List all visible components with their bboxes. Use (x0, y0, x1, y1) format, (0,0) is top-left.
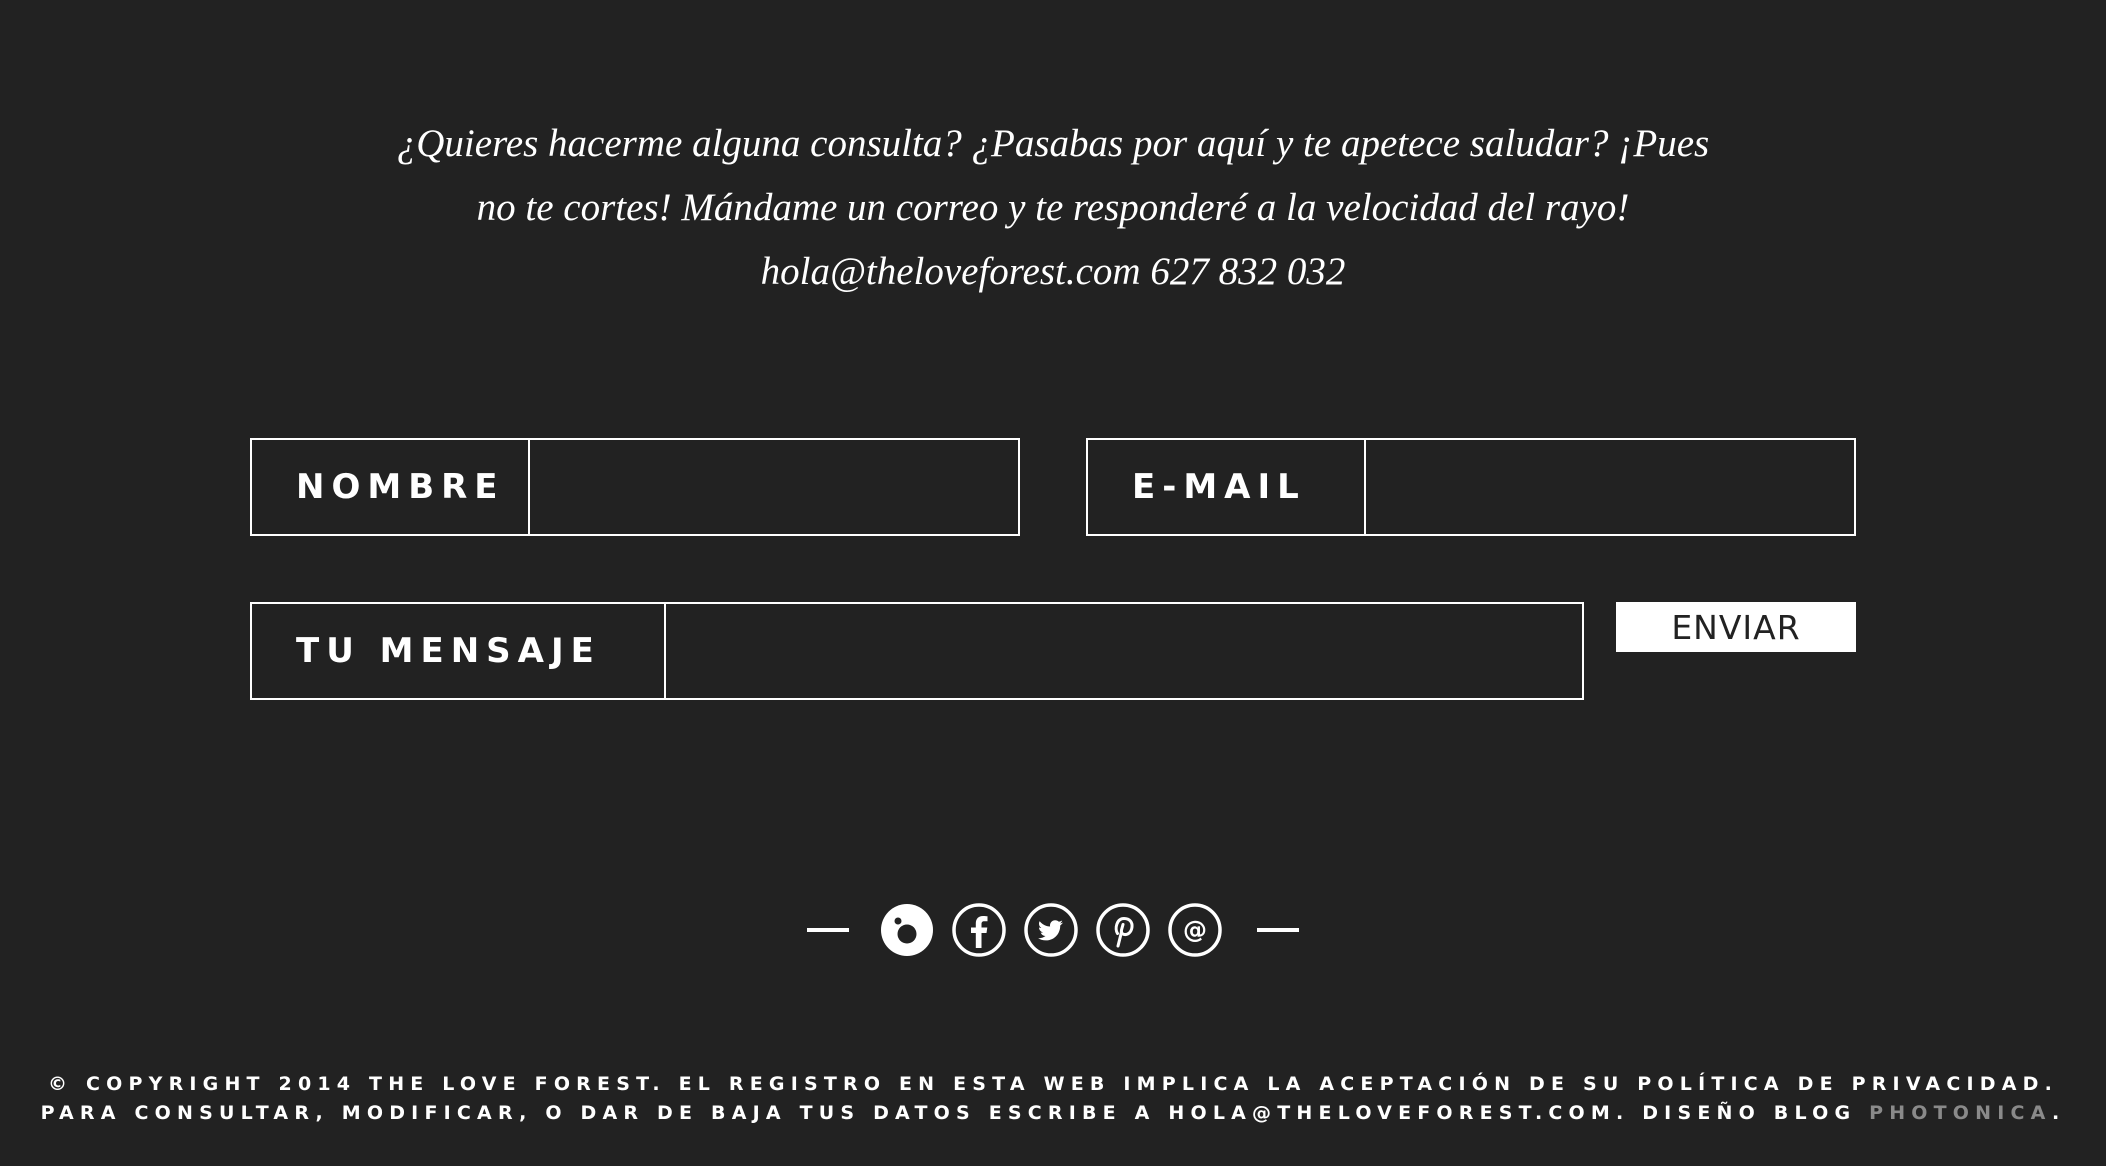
name-field: NOMBRE (250, 438, 1020, 536)
social-icons: @ (879, 902, 1223, 958)
name-label: NOMBRE (252, 440, 530, 534)
intro-line-2: no te cortes! Mándame un correo y te res… (476, 186, 1630, 229)
message-field: TU MENSAJE (250, 602, 1584, 700)
intro-contact: hola@theloveforest.com 627 832 032 (760, 250, 1346, 293)
footer-period: . (2051, 1102, 2066, 1124)
footer-privacy-text: PARA CONSULTAR, MODIFICAR, O DAR DE BAJA… (40, 1102, 1870, 1124)
left-dash (807, 928, 849, 932)
footer-copyright: © COPYRIGHT 2014 THE LOVE FOREST. EL REG… (47, 1073, 2059, 1095)
message-input[interactable] (666, 604, 1582, 698)
name-input[interactable] (530, 440, 1018, 534)
pinterest-icon[interactable] (1095, 902, 1151, 958)
intro-line-1: ¿Quieres hacerme alguna consulta? ¿Pasab… (396, 122, 1710, 165)
facebook-icon[interactable] (951, 902, 1007, 958)
social-links: @ (0, 902, 2106, 958)
right-dash (1257, 928, 1299, 932)
twitter-icon[interactable] (1023, 902, 1079, 958)
footer: © COPYRIGHT 2014 THE LOVE FOREST. EL REG… (0, 1070, 2106, 1128)
email-label: E-MAIL (1088, 440, 1366, 534)
email-icon[interactable]: @ (1167, 902, 1223, 958)
send-button[interactable]: ENVIAR (1616, 602, 1856, 652)
message-label: TU MENSAJE (252, 604, 666, 698)
photonica-link[interactable]: PHOTONICA (1869, 1102, 2052, 1124)
email-input[interactable] (1366, 440, 1854, 534)
contact-intro: ¿Quieres hacerme alguna consulta? ¿Pasab… (300, 112, 1806, 304)
email-field: E-MAIL (1086, 438, 1856, 536)
svg-text:@: @ (1183, 916, 1207, 944)
bloglovin-icon[interactable] (879, 902, 935, 958)
footer-privacy: PARA CONSULTAR, MODIFICAR, O DAR DE BAJA… (0, 1099, 2106, 1128)
